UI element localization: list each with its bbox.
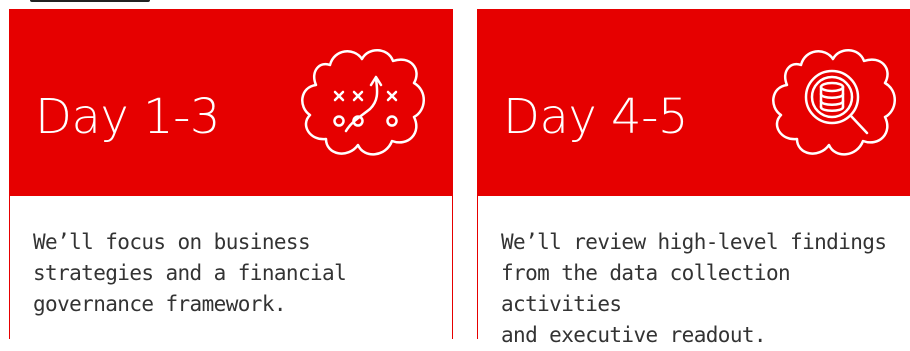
card-title: Day 4-5 bbox=[503, 89, 688, 145]
card-header: Day 1-3 bbox=[9, 9, 453, 196]
card-description: We’ll focus on business strategies and a… bbox=[33, 227, 433, 320]
description-line: We’ll review high-level findings bbox=[501, 230, 887, 254]
description-line: We’ll focus on business bbox=[33, 230, 311, 254]
card-header: Day 4-5 bbox=[477, 9, 910, 196]
description-line: from the data collection activities bbox=[501, 261, 791, 316]
card-body: We’ll review high-level findings from th… bbox=[477, 196, 910, 347]
strategy-playbook-icon bbox=[290, 37, 440, 167]
description-line: governance framework. bbox=[33, 292, 287, 316]
day-card-4-5: Day 4-5 We’ll review high-level findings… bbox=[477, 9, 910, 347]
description-line: strategies and a financial bbox=[33, 261, 347, 285]
card-description: We’ll review high-level findings from th… bbox=[501, 227, 901, 351]
description-line: and executive readout. bbox=[501, 323, 767, 347]
data-search-icon bbox=[761, 37, 910, 167]
card-title: Day 1-3 bbox=[35, 89, 220, 145]
card-body: We’ll focus on business strategies and a… bbox=[9, 196, 453, 339]
day-card-1-3: Day 1-3 We’ll focus on business strategi… bbox=[9, 9, 453, 339]
cropped-heading-fragment bbox=[30, 0, 150, 2]
